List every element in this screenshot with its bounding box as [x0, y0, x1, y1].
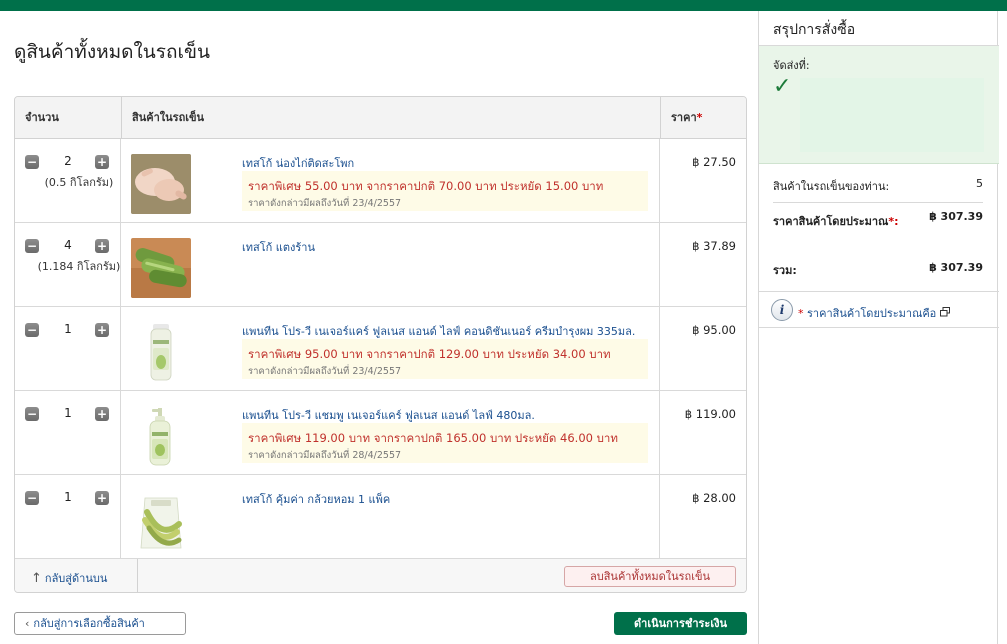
estimated-price-row: ราคาสินค้าโดยประมาณ*: ฿ 307.39	[773, 209, 983, 235]
item-price: ฿ 95.00	[692, 323, 736, 337]
promo-valid-until: ราคาดังกล่าวมีผลถึงวันที่ 28/4/2557	[248, 450, 402, 461]
estimated-price-value: ฿ 307.39	[929, 210, 983, 223]
price-estimate-info-link[interactable]: * ราคาสินค้าโดยประมาณคือ	[798, 304, 950, 322]
cart-table: จำนวน สินค้าในรถเข็น ราคา* − 2 + (0.5 กิ…	[14, 96, 747, 593]
divider	[759, 327, 999, 328]
top-brand-bar	[0, 0, 1007, 11]
product-link[interactable]: เทสโก้ น่องไก่ติดสะโพก	[242, 154, 354, 172]
cart-table-header: จำนวน สินค้าในรถเข็น ราคา*	[15, 97, 746, 139]
cart-table-footer: ↑ กลับสู่ด้านบน ลบสินค้าทั้งหมดในรถเข็น	[15, 559, 746, 592]
page-title: ดูสินค้าทั้งหมดในรถเข็น	[14, 41, 210, 63]
table-row: − 2 + (0.5 กิโลกรัม) เทสโก้ น่องไก่ติดสะ…	[15, 139, 746, 223]
column-divider	[659, 307, 660, 391]
order-summary-title: สรุปการสั่งซื้อ	[773, 22, 856, 38]
qty-decrease-button[interactable]: −	[25, 155, 39, 169]
promo-box: ราคาพิเศษ 119.00 บาท จากราคาปกติ 165.00 …	[242, 423, 648, 463]
back-to-top-link[interactable]: ↑ กลับสู่ด้านบน	[31, 569, 107, 587]
header-price-label: ราคา	[671, 111, 697, 124]
qty-value: 1	[64, 406, 72, 420]
promo-valid-until: ราคาดังกล่าวมีผลถึงวันที่ 23/4/2557	[248, 366, 402, 377]
delivery-address-box	[800, 78, 984, 152]
continue-shopping-button[interactable]: ‹ กลับสู่การเลือกซื้อสินค้า	[14, 612, 186, 635]
arrow-up-icon: ↑	[31, 571, 42, 586]
shampoo-pump-bottle-image[interactable]	[131, 406, 191, 466]
checkmark-icon: ✓	[773, 74, 792, 99]
item-price: ฿ 119.00	[684, 407, 736, 421]
info-icon: i	[771, 299, 793, 321]
back-to-top-label: กลับสู่ด้านบน	[44, 572, 108, 585]
qty-decrease-button[interactable]: −	[25, 407, 39, 421]
required-mark: *	[798, 307, 804, 320]
chicken-leg-image[interactable]	[131, 154, 191, 214]
qty-weight: (0.5 กิโลกรัม)	[44, 176, 114, 189]
price-estimate-info-label: ราคาสินค้าโดยประมาณคือ	[807, 307, 937, 320]
qty-value: 1	[64, 322, 72, 336]
qty-increase-button[interactable]: +	[95, 239, 109, 253]
qty-value: 1	[64, 490, 72, 504]
item-price: ฿ 27.50	[692, 155, 736, 169]
items-count-value: 5	[976, 177, 983, 190]
required-mark: *	[696, 111, 703, 124]
table-row: − 4 + (1.184 กิโลกรัม) เทสโก้ แตงร้าน ฿ …	[15, 223, 746, 307]
header-product: สินค้าในรถเข็น	[121, 97, 204, 139]
estimated-price-label: ราคาสินค้าโดยประมาณ	[773, 215, 889, 228]
header-qty: จำนวน	[25, 111, 59, 124]
items-count-row: สินค้าในรถเข็นของท่าน: 5	[773, 177, 983, 195]
product-link[interactable]: แพนทีน โปร-วี แชมพู เนเจอร์แคร์ ฟูลเนส แ…	[242, 406, 535, 424]
continue-shopping-label: กลับสู่การเลือกซื้อสินค้า	[33, 617, 145, 630]
total-value: ฿ 307.39	[929, 261, 983, 274]
promo-text: ราคาพิเศษ 119.00 บาท จากราคาปกติ 165.00 …	[248, 431, 618, 445]
column-divider	[659, 139, 660, 223]
conditioner-bottle-image[interactable]	[131, 322, 191, 382]
column-divider	[137, 559, 138, 592]
total-label: รวม:	[773, 264, 797, 277]
checkout-button[interactable]: ดำเนินการชำระเงิน	[614, 612, 747, 635]
qty-value: 4	[64, 238, 72, 252]
column-divider	[120, 475, 121, 559]
qty-increase-button[interactable]: +	[95, 491, 109, 505]
required-mark: *:	[888, 215, 899, 228]
deliver-to-label: จัดส่งที่:	[773, 59, 810, 72]
product-link[interactable]: เทสโก้ แตงร้าน	[242, 238, 315, 256]
total-row: รวม: ฿ 307.39	[773, 261, 983, 279]
clear-cart-button[interactable]: ลบสินค้าทั้งหมดในรถเข็น	[564, 566, 736, 587]
qty-decrease-button[interactable]: −	[25, 323, 39, 337]
column-divider	[120, 391, 121, 475]
promo-box: ราคาพิเศษ 55.00 บาท จากราคาปกติ 70.00 บา…	[242, 171, 648, 211]
product-link[interactable]: เทสโก้ คุ้มค่า กล้วยหอม 1 แพ็ค	[242, 490, 390, 508]
table-row: − 1 + แพนทีน โปร-วี แชมพู เนเจอร์แคร์ ฟู…	[15, 391, 746, 475]
qty-decrease-button[interactable]: −	[25, 239, 39, 253]
promo-text: ราคาพิเศษ 95.00 บาท จากราคาปกติ 129.00 บ…	[248, 347, 611, 361]
order-summary-sidebar: สรุปการสั่งซื้อ จัดส่งที่: ✓ สินค้าในรถเ…	[758, 11, 999, 644]
header-price: ราคา*	[660, 97, 746, 139]
qty-increase-button[interactable]: +	[95, 155, 109, 169]
qty-increase-button[interactable]: +	[95, 323, 109, 337]
popup-window-icon	[939, 307, 950, 317]
qty-value: 2	[64, 154, 72, 168]
divider	[759, 291, 999, 292]
divider	[773, 202, 983, 203]
column-divider	[659, 475, 660, 559]
table-row: − 1 + เทสโก้ คุ้มค่า กล้วยหอม 1 แพ็ค ฿ 2…	[15, 475, 746, 559]
promo-text: ราคาพิเศษ 55.00 บาท จากราคาปกติ 70.00 บา…	[248, 179, 604, 193]
product-link[interactable]: แพนทีน โปร-วี เนเจอร์แคร์ ฟูลเนส แอนด์ ไ…	[242, 322, 635, 340]
chevron-left-icon: ‹	[25, 617, 30, 630]
column-divider	[659, 223, 660, 307]
delivery-panel: จัดส่งที่: ✓	[759, 46, 999, 164]
column-divider	[120, 307, 121, 391]
promo-valid-until: ราคาดังกล่าวมีผลถึงวันที่ 23/4/2557	[248, 198, 402, 209]
qty-weight: (1.184 กิโลกรัม)	[37, 260, 121, 273]
table-row: − 1 + แพนทีน โปร-วี เนเจอร์แคร์ ฟูลเนส แ…	[15, 307, 746, 391]
column-divider	[659, 391, 660, 475]
cart-main: ดูสินค้าทั้งหมดในรถเข็น จำนวน สินค้าในรถ…	[0, 11, 758, 644]
banana-pack-image[interactable]	[131, 490, 191, 550]
items-count-label: สินค้าในรถเข็นของท่าน:	[773, 180, 890, 193]
promo-box: ราคาพิเศษ 95.00 บาท จากราคาปกติ 129.00 บ…	[242, 339, 648, 379]
item-price: ฿ 37.89	[692, 239, 736, 253]
qty-increase-button[interactable]: +	[95, 407, 109, 421]
cucumber-image[interactable]	[131, 238, 191, 298]
item-price: ฿ 28.00	[692, 491, 736, 505]
qty-decrease-button[interactable]: −	[25, 491, 39, 505]
